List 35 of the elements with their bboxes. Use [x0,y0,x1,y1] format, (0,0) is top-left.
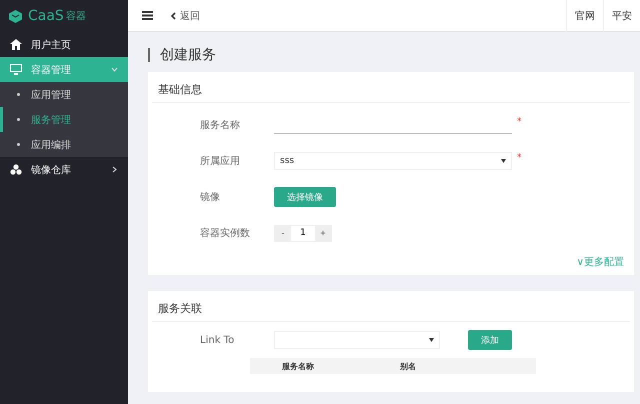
menu-icon[interactable] [142,11,152,20]
nav-subitem[interactable]: 应用编排 [0,132,128,157]
select-field[interactable] [274,331,440,349]
field-label: 所属应用 [199,154,241,168]
stepper-value: 1 [299,227,307,240]
logo-suffix: 容器 [66,10,86,23]
header-link[interactable]: 官网 [566,0,603,32]
logo-icon [9,10,22,22]
select-field[interactable]: sss [274,152,512,170]
cubes-icon [10,164,22,175]
column-header: 服务名称 [281,360,315,372]
back-link[interactable]: 返回 [170,8,566,22]
chevron-left-icon [170,12,176,20]
required-mark: * [517,153,522,163]
caret-icon [429,338,434,342]
plus-button[interactable]: + [315,226,331,240]
required-mark: * [517,117,522,127]
number-stepper[interactable]: - 1 + [274,224,332,242]
field-label: 服务名称 [199,119,241,132]
nav-item[interactable]: 用户主页 [0,32,128,57]
minus-button[interactable]: - [275,226,291,240]
field-label: 镜像 [199,190,221,204]
field-label: 容器实例数 [199,226,251,240]
card-title: 基础信息 [152,72,630,103]
caret-icon [501,159,506,163]
column-header: 别名 [400,360,417,372]
header-link[interactable]: 平安 [603,0,640,32]
page-title: 创建服务 [148,48,634,62]
home-icon [10,39,22,50]
card-title: 服务关联 [152,291,630,322]
logo-text: CaaS [28,8,64,24]
nav-item[interactable]: 镜像仓库 [0,157,128,182]
field-label: Link To [199,334,236,346]
nav-subitem[interactable]: 应用管理 [0,82,128,107]
monitor-icon [10,64,22,75]
